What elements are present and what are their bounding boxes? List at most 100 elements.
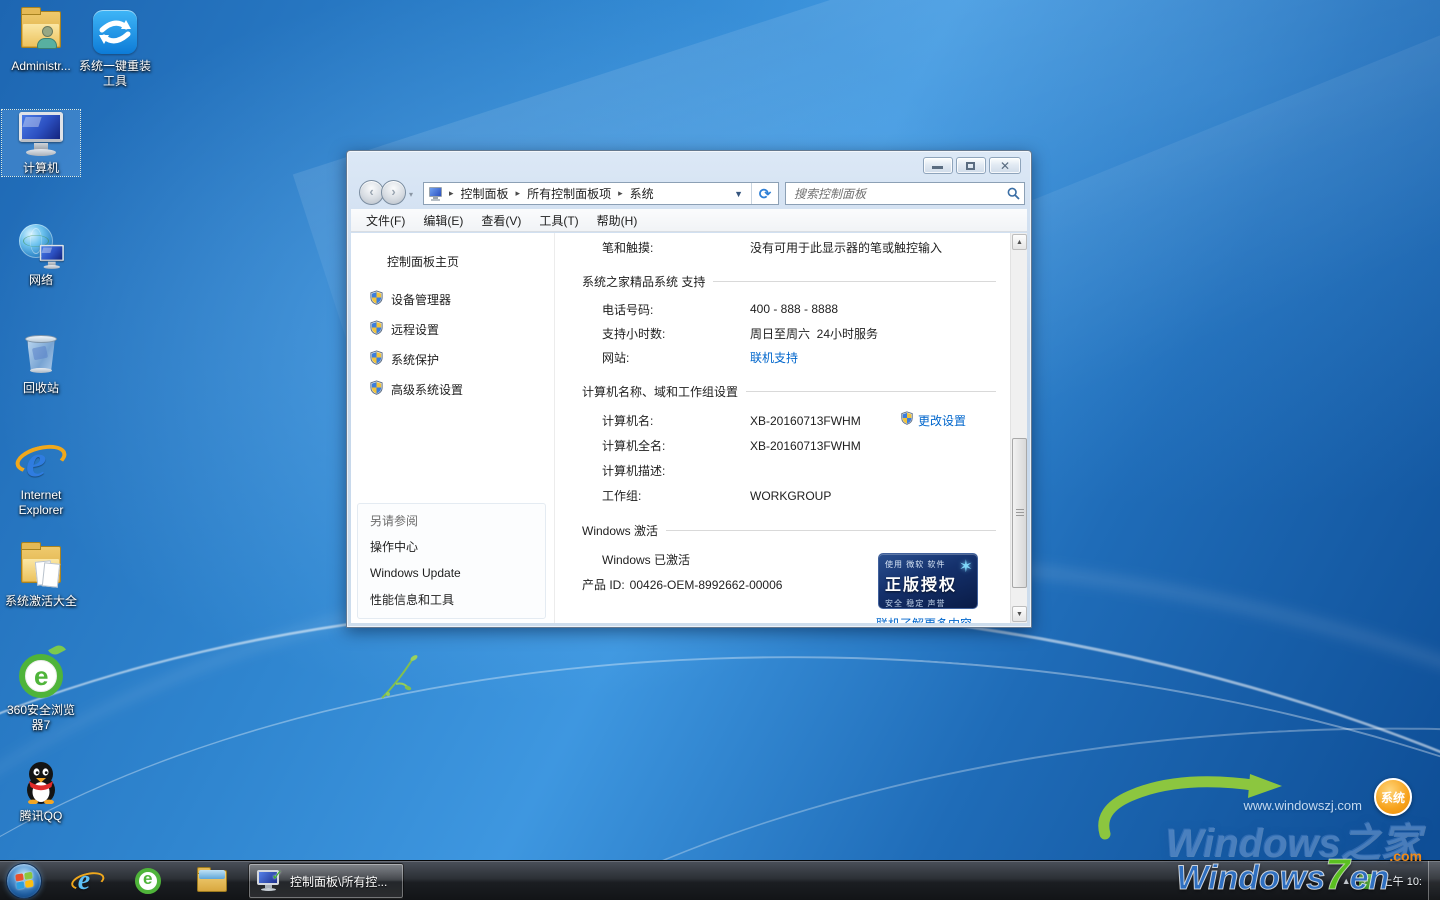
genuine-star-icon: ✶ bbox=[959, 557, 973, 577]
sidebar-item-label: 高级系统设置 bbox=[391, 381, 463, 398]
window-body: 控制面板主页 设备管理器 远程设置 系统保护 高级系统设置 bbox=[351, 233, 1027, 623]
menu-help[interactable]: 帮助(H) bbox=[588, 209, 647, 232]
desktop-icon-360-browser[interactable]: e 360安全浏览器7 bbox=[2, 652, 80, 733]
navigation-band: ‹ › ▾ ▸ 控制面板 ▸ 所有控制面板项 ▸ 系统 ▼ ⟳ bbox=[347, 178, 1031, 209]
desktop-icon-network[interactable]: 网络 bbox=[2, 222, 80, 288]
address-bar[interactable]: ▸ 控制面板 ▸ 所有控制面板项 ▸ 系统 ▼ ⟳ bbox=[423, 182, 779, 205]
menu-file[interactable]: 文件(F) bbox=[357, 209, 414, 232]
sidebar-item-control-panel-home[interactable]: 控制面板主页 bbox=[351, 233, 554, 270]
breadcrumb-control-panel[interactable]: 控制面板 bbox=[455, 185, 515, 202]
windows-flag-icon bbox=[15, 871, 35, 891]
icon-label: 回收站 bbox=[2, 381, 80, 396]
desktop-icon-tencent-qq[interactable]: 腾讯QQ bbox=[2, 758, 80, 824]
folder-icon bbox=[197, 870, 227, 892]
change-settings[interactable]: 更改设置 bbox=[900, 411, 996, 430]
computer-small-icon bbox=[428, 187, 444, 201]
uac-shield-icon bbox=[369, 350, 384, 368]
vertical-scrollbar[interactable]: ▲ ▼ bbox=[1010, 233, 1027, 623]
recent-pages-chevron-icon[interactable]: ▾ bbox=[409, 190, 413, 199]
internet-explorer-icon: e bbox=[17, 437, 65, 485]
minimize-button[interactable] bbox=[923, 157, 953, 174]
field-label: 笔和触摸: bbox=[602, 239, 750, 256]
watermark-badge: 系统 bbox=[1374, 778, 1412, 816]
field-value: WORKGROUP bbox=[750, 489, 831, 503]
field-label: 计算机描述: bbox=[602, 462, 750, 479]
tray-clock[interactable]: 上午 10: bbox=[1382, 873, 1426, 889]
workgroup-row: 工作组: WORKGROUP bbox=[602, 483, 996, 508]
sidebar-item-label: 设备管理器 bbox=[391, 291, 451, 308]
product-id-value: 00426-OEM-8992662-00006 bbox=[630, 578, 783, 592]
search-box[interactable] bbox=[785, 182, 1025, 205]
taskbar-internet-explorer-button[interactable]: e bbox=[64, 863, 104, 899]
sidebar-item-advanced-system-settings[interactable]: 高级系统设置 bbox=[351, 374, 554, 404]
field-label: 计算机名: bbox=[602, 412, 750, 429]
watermark-url: www.windowszj.com bbox=[1244, 798, 1362, 813]
taskbar-explorer-button[interactable] bbox=[192, 863, 232, 899]
activation-status: Windows 已激活 bbox=[602, 551, 690, 568]
icon-label: 网络 bbox=[2, 273, 80, 288]
field-value: 周日至周六 24小时服务 bbox=[750, 325, 878, 342]
learn-more-online-link[interactable]: 联机了解更多内容... bbox=[876, 615, 982, 623]
scroll-down-arrow-icon[interactable]: ▼ bbox=[1012, 606, 1027, 622]
start-button[interactable] bbox=[6, 863, 42, 899]
control-panel-task-icon: ✓ bbox=[257, 869, 283, 893]
menu-view[interactable]: 查看(V) bbox=[472, 209, 530, 232]
field-value: 没有可用于此显示器的笔或触控输入 bbox=[750, 239, 942, 256]
desktop-icon-administrator[interactable]: Administr... bbox=[2, 8, 80, 74]
sidebar: 控制面板主页 设备管理器 远程设置 系统保护 高级系统设置 bbox=[351, 233, 555, 623]
desktop-icon-computer[interactable]: 计算机 bbox=[2, 110, 80, 176]
search-input[interactable] bbox=[786, 187, 1002, 201]
desktop-icon-internet-explorer[interactable]: e Internet Explorer bbox=[2, 437, 80, 518]
refresh-icon[interactable]: ⟳ bbox=[751, 183, 778, 204]
pen-touch-row: 笔和触摸: 没有可用于此显示器的笔或触控输入 bbox=[602, 235, 996, 259]
tray-overflow-caret-icon[interactable]: ▲ bbox=[1342, 876, 1351, 886]
breadcrumb-system[interactable]: 系统 bbox=[624, 185, 660, 202]
sidebar-item-performance-tools[interactable]: 性能信息和工具 bbox=[370, 591, 533, 608]
field-value: XB-20160713FWHM bbox=[750, 414, 861, 428]
field-label: 网站: bbox=[602, 349, 750, 366]
restore-button[interactable] bbox=[956, 157, 986, 174]
uac-shield-icon bbox=[369, 290, 384, 308]
menu-tools[interactable]: 工具(T) bbox=[530, 209, 587, 232]
task-button-label: 控制面板\所有控... bbox=[290, 873, 387, 890]
uac-shield-icon bbox=[369, 380, 384, 398]
taskbar-control-panel-task[interactable]: ✓ 控制面板\所有控... bbox=[248, 863, 404, 899]
sidebar-item-remote-settings[interactable]: 远程设置 bbox=[351, 314, 554, 344]
taskbar-360-browser-button[interactable]: e bbox=[128, 863, 168, 899]
breadcrumb-all-items[interactable]: 所有控制面板项 bbox=[521, 185, 617, 202]
sidebar-item-device-manager[interactable]: 设备管理器 bbox=[351, 284, 554, 314]
sidebar-item-label: 系统保护 bbox=[391, 351, 439, 368]
icon-label: 360安全浏览器7 bbox=[2, 703, 80, 733]
desktop-icon-activation-pack[interactable]: 系统激活大全 bbox=[2, 543, 80, 609]
online-support-link[interactable]: 联机支持 bbox=[750, 349, 798, 366]
window-titlebar[interactable]: ✕ bbox=[347, 151, 1031, 178]
field-label: 工作组: bbox=[602, 487, 750, 504]
tray-security-check-icon[interactable]: ✓ bbox=[1359, 874, 1374, 889]
forward-button[interactable]: › bbox=[381, 180, 406, 205]
address-dropdown-chevron-icon[interactable]: ▼ bbox=[726, 189, 751, 199]
icon-label: 腾讯QQ bbox=[2, 809, 80, 824]
search-icon[interactable] bbox=[1002, 185, 1024, 203]
qq-penguin-icon bbox=[17, 758, 65, 806]
computer-name-section-header: 计算机名称、域和工作组设置 bbox=[582, 381, 996, 401]
desktop-icon-reinstall-tool[interactable]: 系统一键重装工具 bbox=[76, 8, 154, 89]
show-desktop-button[interactable] bbox=[1428, 861, 1440, 900]
uac-shield-icon bbox=[369, 320, 384, 338]
scroll-up-arrow-icon[interactable]: ▲ bbox=[1012, 234, 1027, 250]
change-settings-link[interactable]: 更改设置 bbox=[918, 412, 966, 429]
sidebar-item-windows-update[interactable]: Windows Update bbox=[370, 566, 533, 580]
sidebar-item-action-center[interactable]: 操作中心 bbox=[370, 538, 533, 555]
field-label: 计算机全名: bbox=[602, 437, 750, 454]
close-button[interactable]: ✕ bbox=[989, 157, 1021, 174]
activation-area: Windows 已激活 产品 ID: 00426-OEM-8992662-000… bbox=[582, 547, 996, 623]
field-label: 电话号码: bbox=[602, 301, 750, 318]
field-value: 400 - 888 - 8888 bbox=[750, 302, 838, 316]
field-label: 支持小时数: bbox=[602, 325, 750, 342]
360-browser-icon: e bbox=[17, 652, 65, 700]
sidebar-item-system-protection[interactable]: 系统保护 bbox=[351, 344, 554, 374]
menu-edit[interactable]: 编辑(E) bbox=[414, 209, 472, 232]
desktop-icon-recycle-bin[interactable]: 回收站 bbox=[2, 330, 80, 396]
icon-label: Administr... bbox=[2, 59, 80, 74]
scrollbar-thumb[interactable] bbox=[1012, 438, 1027, 588]
computer-name-row: 计算机名: XB-20160713FWHM 更改设置 bbox=[602, 408, 996, 433]
